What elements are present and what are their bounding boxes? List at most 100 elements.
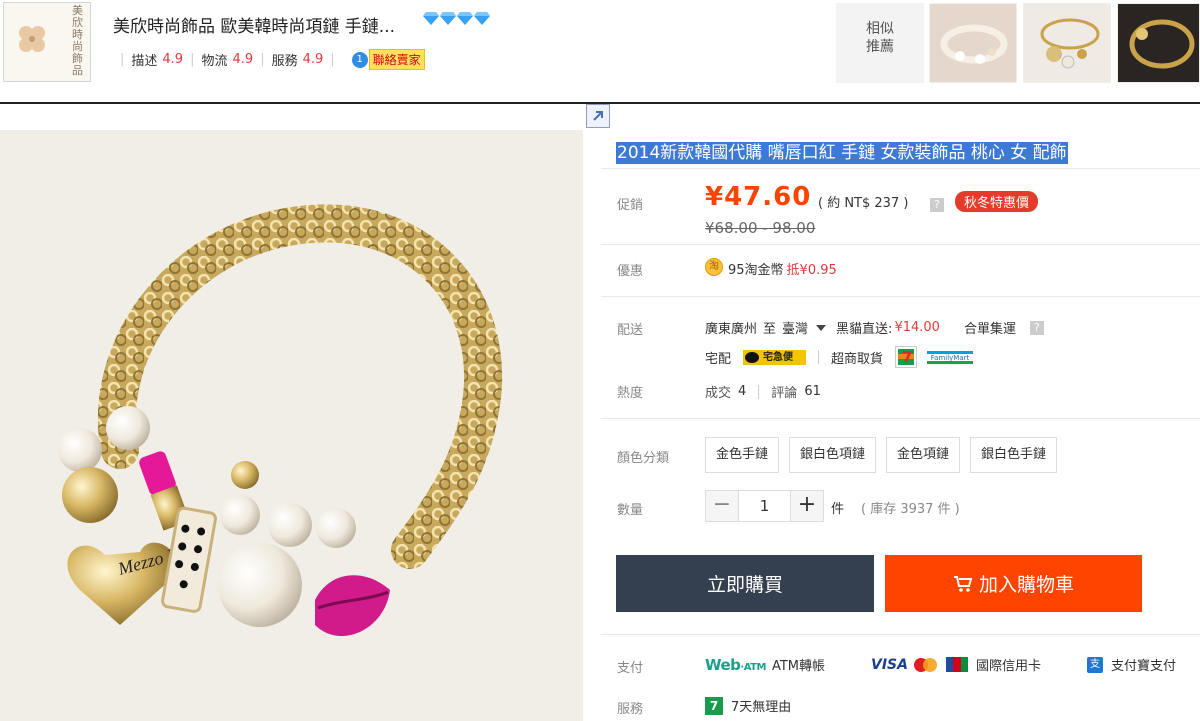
black-cat-logo-text: 宅急便 — [763, 351, 794, 363]
home-delivery-label: 宅配 — [705, 351, 732, 367]
quantity-stepper: − + — [705, 490, 824, 522]
help-icon: ? — [930, 198, 944, 212]
quantity-increase-button[interactable]: + — [791, 491, 823, 521]
familymart-logo-icon: FamilyMart — [927, 350, 974, 364]
shop-header: 美欣時尚飾品 美欣時尚飾品 歐美韓時尚項鏈 手鏈... | 描述 4.9 | 物… — [0, 0, 1200, 104]
payment-label: 支付 — [617, 661, 644, 676]
seven-eleven-logo-icon: 7 — [895, 346, 918, 368]
webatm-logo-icon: Web·ATM — [705, 656, 766, 674]
divider — [758, 384, 760, 399]
help-icon[interactable]: ? — [1029, 320, 1044, 335]
rating-value-description: 4.9 — [162, 52, 184, 67]
divider: | — [120, 52, 125, 67]
chevron-down-icon[interactable] — [816, 324, 827, 331]
direct-ship-label: 黑貓直送: — [836, 322, 893, 337]
lipstick-charm-bracelet-image: Mezzo Piano — [0, 130, 583, 721]
quantity-unit: 件 — [831, 502, 845, 517]
similar-product-thumbnail[interactable] — [929, 3, 1017, 83]
color-options: 金色手鏈 銀白色項鏈 金色項鏈 銀白色手鏈 — [705, 437, 1058, 473]
color-option-gold-bracelet[interactable]: 金色手鏈 — [705, 437, 780, 473]
price-help-button[interactable]: ? — [930, 193, 944, 212]
gold-bangle-image — [1118, 4, 1199, 82]
divider — [601, 244, 1200, 245]
rating-label-logistics: 物流 — [201, 54, 228, 69]
sold-count: 4 — [738, 384, 747, 399]
contact-seller-label: 聯絡賣家 — [368, 49, 425, 70]
shipping-label: 配送 — [617, 323, 644, 338]
similar-recommend-label: 相似 推薦 — [836, 3, 924, 83]
coin-amount: 95淘金幣 — [728, 263, 784, 278]
similar-product-thumbnail[interactable] — [1023, 3, 1111, 83]
color-option-gold-necklace[interactable]: 金色項鏈 — [886, 437, 961, 473]
heat-label: 熱度 — [617, 386, 644, 401]
store-pickup-label: 超商取貨 — [831, 351, 884, 367]
webatm-main: Web — [705, 655, 741, 674]
payment-methods: Web·ATM ATM轉帳 VISA 國際信用卡 支 支付寶支付 — [705, 655, 1177, 675]
direct-ship-fee: ¥14.00 — [894, 320, 940, 335]
divider — [601, 168, 1200, 169]
rating-value-service: 4.9 — [302, 52, 324, 67]
quantity-label: 數量 — [617, 503, 644, 518]
divider — [601, 418, 1200, 419]
alipay-logo-icon: 支 — [1087, 656, 1103, 673]
review-label: 評論 — [771, 386, 798, 401]
ship-destination-select[interactable]: 臺灣 — [782, 318, 808, 337]
add-to-cart-button[interactable]: 加入購物車 — [885, 555, 1142, 612]
shop-name[interactable]: 美欣時尚飾品 歐美韓時尚項鏈 手鏈... — [113, 12, 395, 37]
divider: | — [260, 52, 265, 67]
jcb-logo-icon — [945, 657, 968, 672]
stock-count: ( 庫存 3937 件 ) — [861, 502, 960, 517]
discount-label: 優惠 — [617, 264, 644, 279]
taobao-coin-icon: 淘 — [705, 258, 723, 276]
current-price: ¥47.60 — [705, 182, 812, 212]
alipay-label: 支付寶支付 — [1111, 659, 1177, 674]
shop-logo[interactable]: 美欣時尚飾品 — [3, 2, 91, 82]
original-price: ¥68.00 - 98.00 — [705, 219, 816, 237]
color-option-silver-necklace[interactable]: 銀白色項鏈 — [789, 437, 877, 473]
expand-icon — [593, 111, 603, 121]
seven-day-return-label: 7天無理由 — [731, 700, 792, 715]
shop-logo-text: 美欣時尚飾品 — [72, 4, 83, 77]
color-option-silver-bracelet[interactable]: 銀白色手鏈 — [970, 437, 1058, 473]
product-main-image[interactable]: Mezzo Piano — [0, 130, 583, 721]
similar-label-line2: 推薦 — [866, 39, 894, 55]
gold-charm-bracelet-image — [1024, 4, 1110, 82]
review-count[interactable]: 61 — [804, 384, 821, 399]
price-ntd: ( 約 NT$ 237 ) — [818, 196, 909, 211]
seven-day-return-icon: 7 — [705, 696, 723, 715]
product-title-wrap: 2014新款韓國代購 嘴唇口紅 手鏈 女款裝飾品 桃心 女 配飾 — [616, 138, 1068, 164]
clover-pendant-icon — [19, 26, 45, 52]
shipping-route: 廣東廣州 至 臺灣 黑貓直送: ¥14.00 合單集運 ? — [705, 318, 1044, 337]
diamond-icon — [457, 12, 473, 25]
diamond-icon — [474, 12, 490, 25]
contact-seller-button[interactable]: 1 聯絡賣家 — [351, 49, 425, 70]
add-to-cart-label: 加入購物車 — [978, 574, 1074, 596]
diamond-icon — [423, 12, 439, 25]
rating-value-logistics: 4.9 — [232, 52, 254, 67]
coin-deduct: 抵¥0.95 — [786, 263, 837, 278]
sold-label: 成交 — [705, 386, 732, 401]
color-label: 顏色分類 — [617, 451, 670, 466]
chat-icon: 1 — [351, 51, 368, 68]
mastercard-logo-icon — [913, 657, 938, 672]
quantity-input[interactable] — [738, 491, 791, 521]
rating-label-service: 服務 — [271, 54, 298, 69]
sales-heat: 成交 4 評論 61 — [705, 382, 821, 401]
rating-label-description: 描述 — [131, 54, 158, 69]
similar-product-thumbnail[interactable] — [1117, 3, 1200, 83]
quantity-decrease-button[interactable]: − — [706, 491, 738, 521]
diamond-icon — [440, 12, 456, 25]
ship-to-word: 至 — [763, 322, 777, 337]
shop-ratings: | 描述 4.9 | 物流 4.9 | 服務 4.9 | 1 聯絡賣家 — [113, 49, 425, 70]
consolidate-shipping: 合單集運 — [963, 322, 1016, 337]
expand-image-button[interactable] — [586, 104, 610, 128]
similar-label-line1: 相似 — [866, 21, 894, 37]
intl-card-label: 國際信用卡 — [975, 659, 1041, 674]
visa-logo-icon: VISA — [871, 656, 908, 673]
black-cat-logo-icon: 宅急便 — [743, 349, 807, 365]
buy-now-button[interactable]: 立即購買 — [616, 555, 874, 612]
divider — [818, 350, 820, 364]
divider: | — [190, 52, 195, 67]
ship-from: 廣東廣州 — [705, 322, 758, 337]
product-title: 2014新款韓國代購 嘴唇口紅 手鏈 女款裝飾品 桃心 女 配飾 — [616, 142, 1068, 164]
